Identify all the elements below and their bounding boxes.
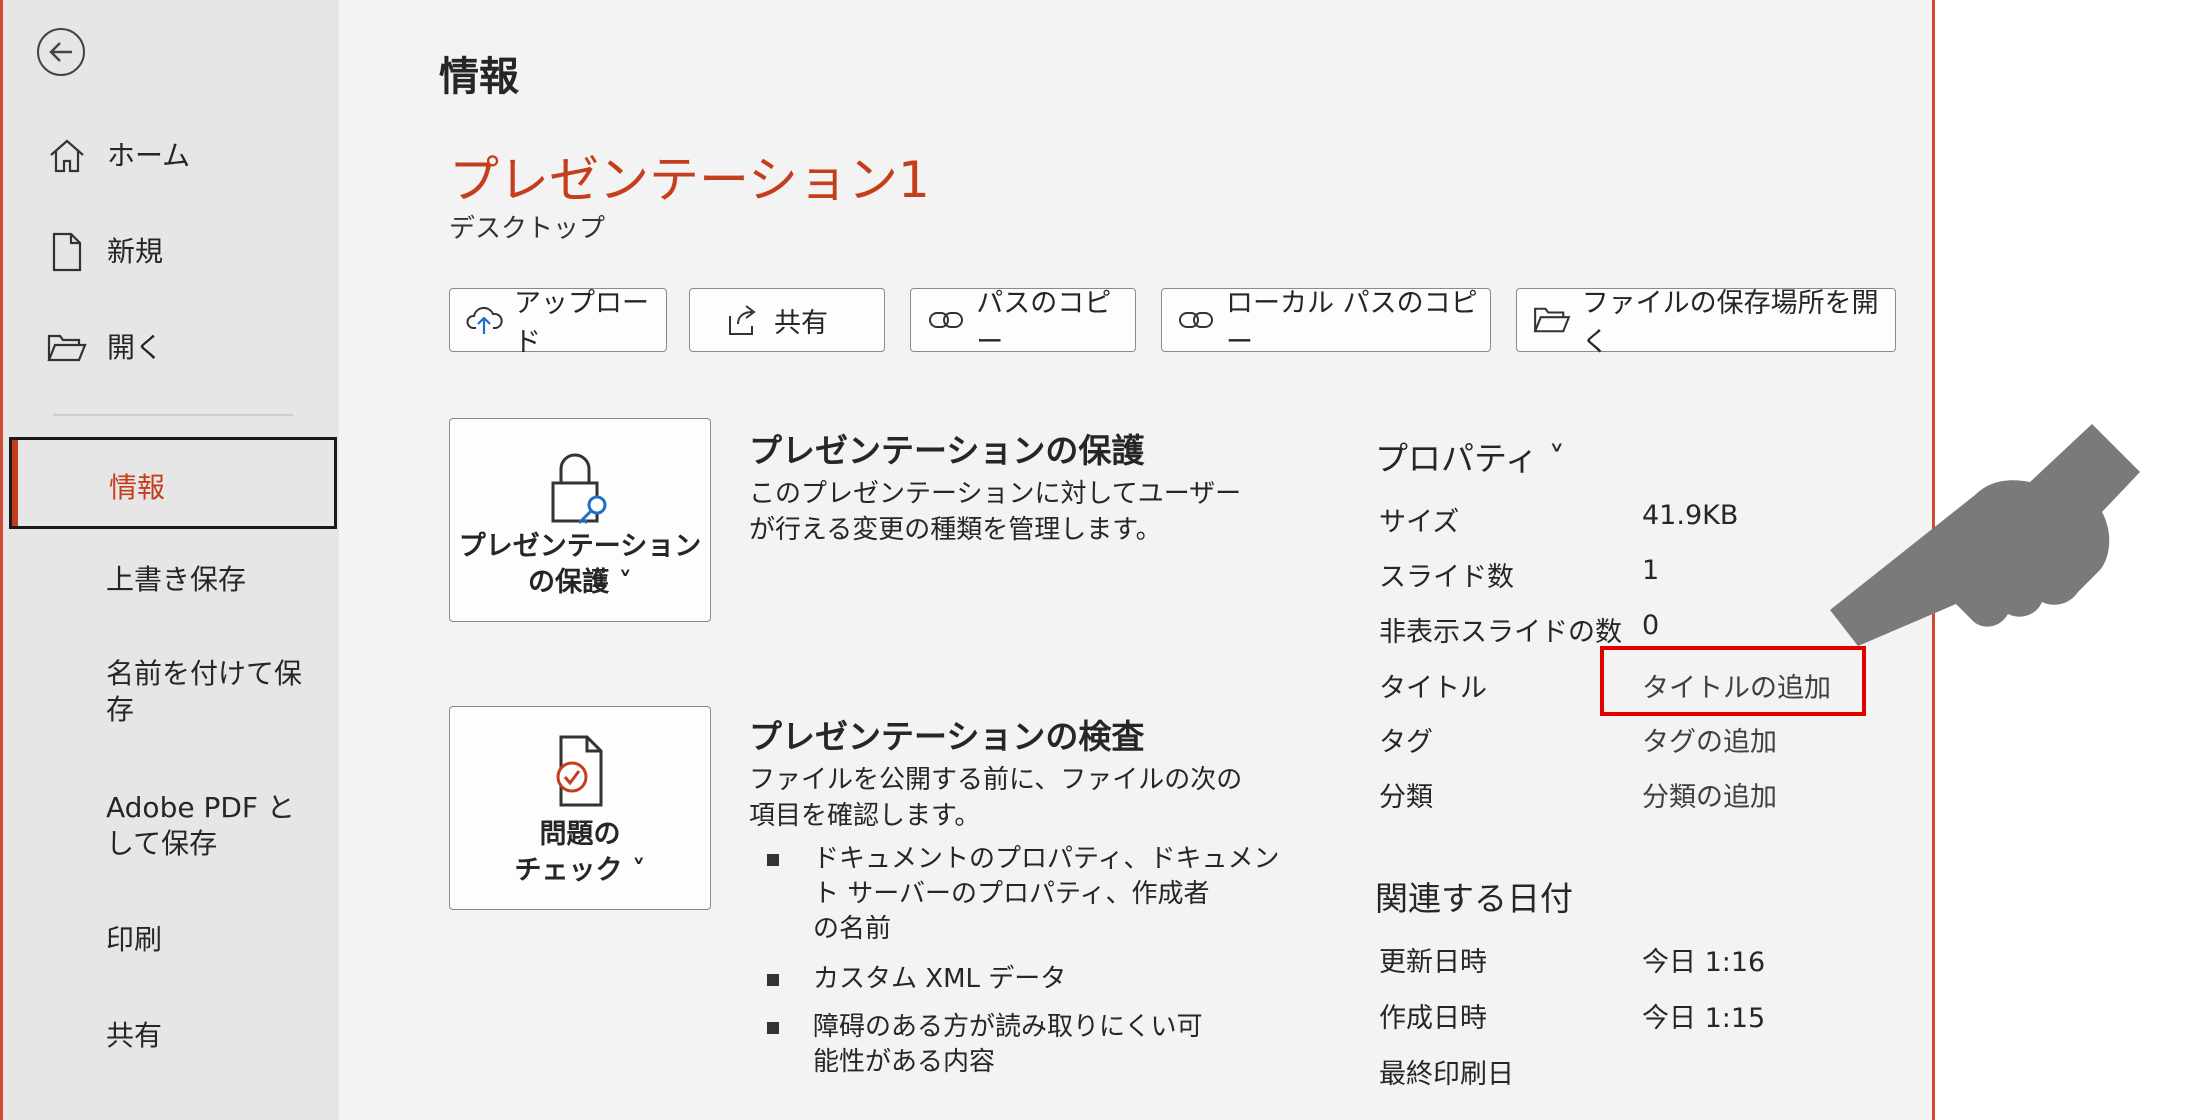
document-check-icon [545, 733, 615, 817]
pointing-hand-icon [1830, 424, 2140, 646]
sidebar-item-open[interactable]: 開く [3, 328, 339, 368]
categories-field[interactable]: 分類の追加 [1642, 775, 1777, 814]
bullet-text: ドキュメントのプロパティ、ドキュメン ト サーバーのプロパティ、作成者 の名前 [813, 844, 1280, 944]
protect-description: このプレゼンテーションに対してユーザー が行える変更の種類を管理します。 [749, 479, 1242, 545]
bullet-icon [767, 974, 779, 986]
back-arrow-icon [49, 42, 72, 62]
check-for-issues-button[interactable]: 問題の チェック ˅ [449, 706, 711, 910]
property-label: スライド数 [1379, 562, 1514, 593]
property-value: 1 [1642, 555, 1660, 586]
list-item: ドキュメントのプロパティ、ドキュメン ト サーバーのプロパティ、作成者 の名前 [767, 842, 1279, 947]
lock-key-icon [545, 447, 615, 529]
date-value: 今日 1:16 [1642, 947, 1766, 978]
cloud-upload-icon [466, 302, 504, 338]
link-icon [1178, 302, 1216, 338]
info-panel: 情報 プレゼンテーション1 デスクトップ アップロード 共有 パスのコピー ロー [339, 0, 1932, 1120]
sidebar-item-label: 共有 [106, 1019, 163, 1052]
date-value: 今日 1:15 [1642, 1003, 1766, 1034]
sidebar-item-label: 上書き保存 [106, 563, 247, 596]
sidebar-item-label: ホーム [107, 139, 191, 172]
document-location: デスクトップ [449, 214, 606, 244]
button-label: ローカル パスのコピー [1226, 288, 1478, 358]
button-label: パスのコピー [976, 288, 1112, 358]
link-icon [927, 302, 966, 338]
sidebar-item-share[interactable]: 共有 [3, 1018, 339, 1054]
sidebar-item-label: 印刷 [106, 923, 163, 956]
inspect-heading: プレゼンテーションの検査 [749, 717, 1145, 756]
button-label: ファイルの保存場所を開く [1581, 288, 1879, 358]
list-item: 障碍のある方が読み取りにくい可 能性がある内容 [767, 1010, 1202, 1080]
property-value: 0 [1642, 610, 1660, 641]
sidebar-item-home[interactable]: ホーム [3, 136, 339, 176]
button-label: 共有 [774, 307, 828, 339]
home-icon [45, 136, 89, 176]
backstage-sidebar: ホーム 新規 開く 情報 上書き保存 名前を付けて保 存 Adobe PDF と… [3, 0, 339, 1120]
property-label: タグ [1379, 727, 1433, 758]
page-title: 情報 [439, 54, 519, 100]
date-label: 更新日時 [1379, 947, 1487, 978]
protect-presentation-button[interactable]: プレゼンテーション の保護 ˅ [449, 418, 711, 622]
backstage-window: ホーム 新規 開く 情報 上書き保存 名前を付けて保 存 Adobe PDF と… [0, 0, 1935, 1120]
bullet-text: 障碍のある方が読み取りにくい可 能性がある内容 [813, 1012, 1203, 1077]
upload-button[interactable]: アップロード [449, 288, 667, 358]
bullet-text: カスタム XML データ [813, 964, 1067, 994]
sidebar-item-label: 開く [107, 331, 164, 364]
property-label: タイトル [1379, 673, 1487, 704]
date-label: 最終印刷日 [1379, 1059, 1514, 1090]
sidebar-item-label: 情報 [109, 471, 166, 504]
date-label: 作成日時 [1379, 1003, 1487, 1034]
share-button[interactable]: 共有 [689, 288, 885, 352]
sidebar-item-info[interactable]: 情報 [9, 437, 337, 529]
properties-dropdown[interactable]: プロパティ ˅ [1375, 432, 1565, 480]
copy-local-path-button[interactable]: ローカル パスのコピー [1161, 288, 1491, 358]
share-icon [724, 302, 764, 338]
open-folder-icon [1533, 302, 1572, 338]
sidebar-item-print[interactable]: 印刷 [3, 922, 339, 958]
button-label: プレゼンテーション の保護 ˅ [458, 531, 702, 598]
sidebar-item-save[interactable]: 上書き保存 [3, 562, 339, 598]
property-value: 41.9KB [1642, 500, 1739, 531]
document-title: プレゼンテーション1 [449, 151, 930, 209]
back-button[interactable] [37, 28, 85, 76]
sidebar-item-label: 名前を付けて保 存 [106, 657, 303, 726]
list-item: カスタム XML データ [767, 962, 1066, 997]
sidebar-item-save-as[interactable]: 名前を付けて保 存 [3, 656, 339, 728]
sidebar-item-save-as-pdf[interactable]: Adobe PDF と して保存 [3, 790, 339, 862]
copy-path-button[interactable]: パスのコピー [910, 288, 1136, 358]
new-document-icon [45, 232, 89, 272]
sidebar-item-new[interactable]: 新規 [3, 232, 339, 272]
property-label: 分類 [1379, 782, 1433, 813]
property-label: 非表示スライドの数 [1379, 617, 1622, 648]
inspect-description: ファイルを公開する前に、ファイルの次の 項目を確認します。 [749, 765, 1243, 831]
property-label: サイズ [1379, 507, 1460, 538]
button-label: 問題の チェック ˅ [514, 819, 646, 886]
bullet-icon [767, 854, 779, 866]
protect-heading: プレゼンテーションの保護 [749, 431, 1145, 470]
sidebar-item-label: 新規 [107, 235, 164, 268]
active-indicator [12, 440, 18, 526]
open-folder-icon [45, 328, 89, 368]
bullet-icon [767, 1022, 779, 1034]
tags-field[interactable]: タグの追加 [1642, 720, 1777, 759]
button-label: アップロード [514, 288, 649, 358]
sidebar-item-label: Adobe PDF と して保存 [106, 791, 295, 860]
open-file-location-button[interactable]: ファイルの保存場所を開く [1516, 288, 1896, 358]
related-dates-heading: 関連する日付 [1375, 879, 1573, 918]
sidebar-divider [53, 414, 293, 416]
title-highlight-box [1600, 646, 1866, 716]
